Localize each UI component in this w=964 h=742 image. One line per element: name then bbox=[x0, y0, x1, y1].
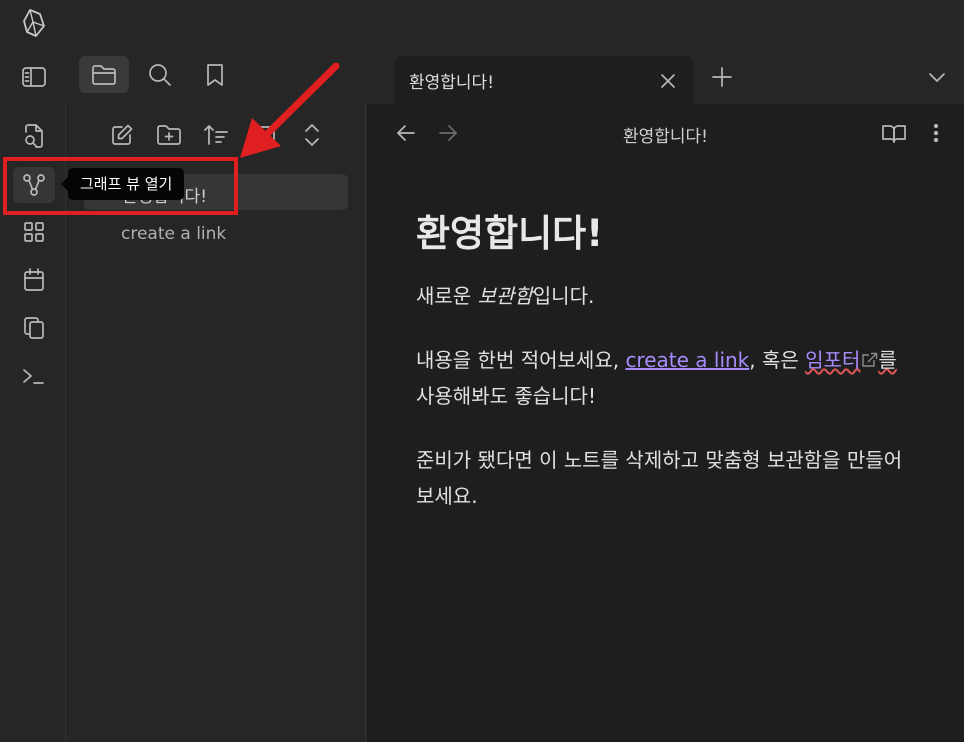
new-note-button[interactable] bbox=[104, 118, 140, 152]
tab-close-button[interactable] bbox=[655, 68, 681, 94]
tab-title: 환영합니다! bbox=[409, 73, 495, 93]
bookmarks-button[interactable] bbox=[196, 58, 234, 92]
search-icon bbox=[149, 64, 171, 86]
p2-mid: , 혹은 bbox=[749, 348, 806, 372]
folder-icon bbox=[92, 64, 116, 85]
open-canvas-button[interactable] bbox=[13, 214, 55, 250]
new-tab-button[interactable] bbox=[705, 60, 739, 94]
file-item-create-a-link[interactable]: create a link bbox=[121, 224, 226, 244]
reveal-icon bbox=[253, 126, 275, 144]
chevron-down-icon bbox=[929, 73, 945, 82]
external-link-icon bbox=[862, 352, 878, 367]
external-link-importer[interactable]: 임포터 bbox=[805, 348, 860, 372]
p1-post: 입니다. bbox=[532, 284, 595, 308]
bookmark-icon bbox=[207, 64, 223, 86]
editor-pane: 환영합니다! 환영합니다! 새로운 보관함입니다. 내용을 한번 적어보세요, … bbox=[367, 104, 964, 742]
note-heading: 환영합니다! bbox=[416, 212, 604, 255]
tab-list-button[interactable] bbox=[920, 60, 954, 94]
close-icon bbox=[661, 74, 675, 88]
reading-view-button[interactable] bbox=[877, 118, 911, 148]
more-vertical-icon bbox=[933, 123, 939, 143]
book-open-icon bbox=[882, 125, 906, 143]
more-options-button[interactable] bbox=[919, 118, 953, 148]
open-quick-switcher-button[interactable] bbox=[13, 118, 55, 154]
p2-particle: 를 bbox=[878, 348, 897, 372]
p2-post: 사용해봐도 좋습니다! bbox=[416, 384, 596, 408]
p2-pre: 내용을 한번 적어보세요, bbox=[416, 348, 626, 372]
file-explorer-button[interactable] bbox=[79, 56, 129, 93]
sidebar-icon bbox=[22, 67, 46, 87]
paragraph-2: 내용을 한번 적어보세요, create a link, 혹은 임포터 를 사용해… bbox=[416, 342, 906, 414]
toggle-sidebar-button[interactable] bbox=[14, 62, 54, 92]
open-command-palette-button[interactable] bbox=[13, 358, 55, 394]
paragraph-1: 새로운 보관함입니다. bbox=[416, 278, 906, 314]
obsidian-logo-icon bbox=[23, 9, 45, 37]
paragraph-3: 준비가 됐다면 이 노트를 삭제하고 맞춤형 보관함을 만들어보세요. bbox=[416, 448, 903, 508]
collapse-all-button[interactable] bbox=[294, 118, 330, 152]
edit-icon bbox=[112, 124, 133, 145]
annotation-highlight-box bbox=[3, 157, 238, 215]
terminal-icon bbox=[23, 369, 44, 384]
chevrons-up-down-icon bbox=[305, 124, 319, 146]
new-folder-button[interactable] bbox=[151, 118, 187, 152]
sort-icon bbox=[204, 125, 228, 145]
plus-icon bbox=[712, 67, 732, 87]
insert-template-button[interactable] bbox=[13, 310, 55, 346]
folder-plus-icon bbox=[157, 125, 181, 145]
auto-reveal-file-button[interactable] bbox=[246, 118, 282, 152]
internal-link-create-a-link[interactable]: create a link bbox=[625, 348, 749, 372]
tab-bar: 환영합니다! bbox=[0, 46, 964, 104]
view-header-title[interactable]: 환영합니다! bbox=[367, 122, 964, 147]
open-daily-note-button[interactable] bbox=[13, 262, 55, 298]
note-content[interactable]: 환영합니다! 새로운 보관함입니다. 내용을 한번 적어보세요, create … bbox=[416, 212, 906, 542]
calendar-icon bbox=[24, 268, 44, 291]
layout-grid-icon bbox=[24, 222, 44, 242]
file-search-icon bbox=[25, 124, 43, 148]
search-button[interactable] bbox=[140, 58, 180, 92]
copy-icon bbox=[24, 317, 44, 339]
p1-emphasis: 보관함 bbox=[477, 284, 533, 308]
tab-welcome[interactable]: 환영합니다! bbox=[395, 56, 693, 104]
title-bar bbox=[0, 0, 964, 46]
p1-pre: 새로운 bbox=[416, 284, 478, 308]
change-sort-order-button[interactable] bbox=[198, 118, 234, 152]
